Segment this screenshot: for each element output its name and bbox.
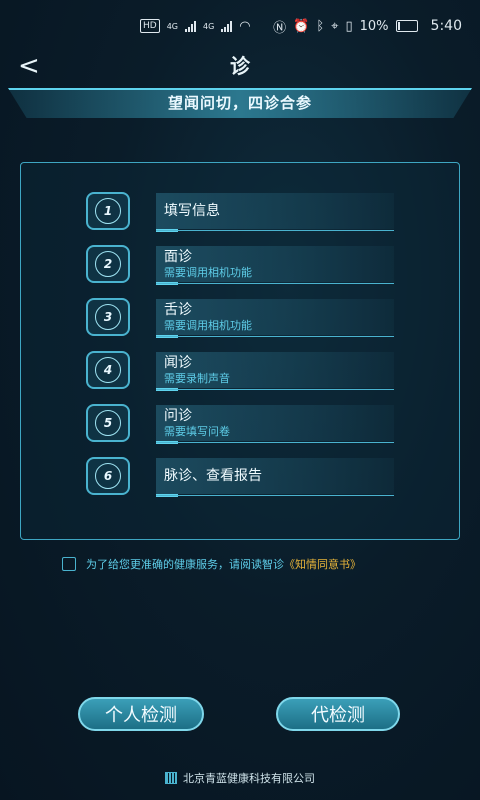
battery-percent: 10% — [359, 18, 389, 34]
banner-text: 望闻问切，四诊合参 — [167, 93, 312, 112]
status-left: HD 4G 4G ◠ — [140, 19, 251, 34]
self-check-button[interactable]: 个人检测 — [78, 697, 204, 731]
company-logo-icon — [165, 772, 177, 784]
step-label-box: 面诊 需要调用相机功能 — [156, 246, 394, 285]
step-title: 闻诊 — [164, 354, 192, 371]
step-fill-info[interactable]: 1 填写信息 — [86, 192, 396, 232]
network-label-2: 4G — [203, 21, 215, 31]
step-number: 5 — [95, 410, 121, 436]
nav-bar: < 诊 — [0, 52, 480, 82]
status-bar: HD 4G 4G ◠ Ⓝ ⏰ ᛒ ⌖ ▯ 10% 5:40 — [0, 0, 480, 52]
step-number: 4 — [95, 357, 121, 383]
step-number-badge: 1 — [86, 192, 130, 230]
step-title: 填写信息 — [164, 202, 220, 219]
signal-icon — [185, 20, 196, 32]
status-right: Ⓝ ⏰ ᛒ ⌖ ▯ 10% 5:40 — [273, 17, 462, 36]
signal-icon-2 — [221, 20, 233, 32]
step-listening-diagnosis[interactable]: 4 闻诊 需要录制声音 — [86, 351, 396, 391]
step-title: 面诊 — [164, 248, 192, 265]
step-number-badge: 2 — [86, 245, 130, 283]
nfc-icon: Ⓝ — [273, 20, 287, 36]
step-number: 2 — [95, 251, 121, 277]
vibrate-icon: ▯ — [345, 18, 353, 34]
step-label-box: 问诊 需要填写问卷 — [156, 405, 394, 444]
consent-checkbox[interactable] — [62, 557, 76, 571]
step-tongue-diagnosis[interactable]: 3 舌诊 需要调用相机功能 — [86, 298, 396, 338]
step-number-badge: 5 — [86, 404, 130, 442]
step-number: 6 — [95, 463, 121, 489]
status-time: 5:40 — [430, 18, 462, 34]
step-face-diagnosis[interactable]: 2 面诊 需要调用相机功能 — [86, 245, 396, 285]
step-title: 舌诊 — [164, 301, 192, 318]
battery-icon — [395, 20, 418, 32]
footer: 北京青蓝健康科技有限公司 — [0, 770, 480, 786]
bluetooth-icon: ᛒ — [316, 18, 325, 34]
step-pulse-report[interactable]: 6 脉诊、查看报告 — [86, 457, 396, 497]
location-icon: ⌖ — [331, 18, 339, 34]
company-name: 北京青蓝健康科技有限公司 — [183, 772, 315, 785]
consent-row: 为了给您更准确的健康服务，请阅读智诊 《知情同意书》 — [62, 556, 361, 572]
slogan-banner: 望闻问切，四诊合参 — [8, 88, 472, 118]
steps-list: 1 填写信息 2 面诊 需要调用相机功能 3 舌诊 需要调用相机功能 4 闻诊 … — [86, 192, 396, 510]
alarm-icon: ⏰ — [293, 18, 310, 34]
step-inquiry-diagnosis[interactable]: 5 问诊 需要填写问卷 — [86, 404, 396, 444]
step-number-badge: 6 — [86, 457, 130, 495]
wifi-icon: ◠ — [239, 18, 251, 34]
consent-link[interactable]: 《知情同意书》 — [284, 556, 361, 572]
step-subtitle: 需要填写问卷 — [164, 424, 230, 438]
hd-icon: HD — [140, 19, 160, 33]
consent-text: 为了给您更准确的健康服务，请阅读智诊 — [86, 558, 284, 571]
step-title: 问诊 — [164, 407, 192, 424]
step-number-badge: 3 — [86, 298, 130, 336]
step-label-box: 闻诊 需要录制声音 — [156, 352, 394, 391]
step-subtitle: 需要调用相机功能 — [164, 265, 252, 279]
step-number-badge: 4 — [86, 351, 130, 389]
step-number: 1 — [95, 198, 121, 224]
page-title: 诊 — [230, 54, 250, 78]
step-label-box: 舌诊 需要调用相机功能 — [156, 299, 394, 338]
step-number: 3 — [95, 304, 121, 330]
step-subtitle: 需要调用相机功能 — [164, 318, 252, 332]
step-subtitle: 需要录制声音 — [164, 371, 230, 385]
proxy-check-button[interactable]: 代检测 — [276, 697, 400, 731]
network-label-1: 4G — [166, 21, 178, 31]
step-title: 脉诊、查看报告 — [164, 467, 262, 484]
step-label-box: 填写信息 — [156, 193, 394, 232]
step-label-box: 脉诊、查看报告 — [156, 458, 394, 497]
